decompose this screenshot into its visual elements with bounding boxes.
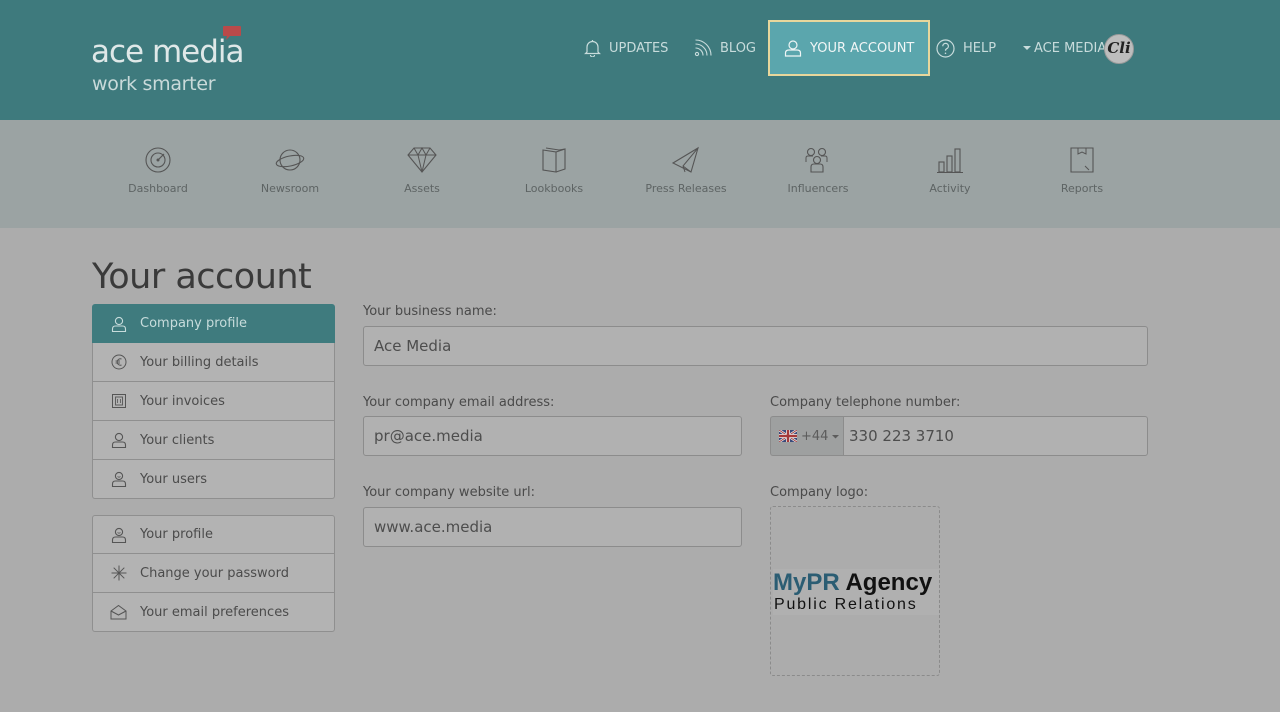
nav-your-account[interactable]: YOUR ACCOUNT xyxy=(768,20,931,76)
paper-plane-icon xyxy=(671,146,699,173)
rss-icon xyxy=(694,39,712,57)
company-logo-upload[interactable]: MyPR Agency Public Relations xyxy=(770,506,940,676)
nav-blog-label: BLOG xyxy=(720,40,757,56)
profile-menu: Your profile Change your password Your e… xyxy=(92,515,335,632)
menu-billing-details-label: Your billing details xyxy=(140,354,259,370)
module-newsroom[interactable]: Newsroom xyxy=(235,146,345,206)
help-icon xyxy=(936,38,955,58)
email-input[interactable] xyxy=(363,416,742,456)
nav-updates[interactable]: UPDATES xyxy=(584,20,668,76)
caret-down-icon xyxy=(832,434,840,438)
nav-updates-label: UPDATES xyxy=(609,40,669,56)
menu-clients[interactable]: Your clients xyxy=(92,421,335,460)
module-lookbooks-label: Lookbooks xyxy=(524,182,584,195)
business-name-label: Your business name: xyxy=(363,304,497,319)
phone-label: Company telephone number: xyxy=(770,395,961,410)
menu-clients-label: Your clients xyxy=(140,432,215,448)
module-press-releases[interactable]: Press Releases xyxy=(631,146,741,206)
diamond-icon xyxy=(407,146,437,173)
menu-users[interactable]: Your users xyxy=(92,460,335,499)
module-activity-label: Activity xyxy=(929,182,971,195)
nav-user-label: ACE MEDIA xyxy=(1034,40,1107,56)
module-dashboard[interactable]: Dashboard xyxy=(103,146,213,206)
module-lookbooks[interactable]: Lookbooks xyxy=(499,146,609,206)
nav-your-account-label: YOUR ACCOUNT xyxy=(810,40,915,56)
account-menu: Company profile Your billing details You… xyxy=(92,304,335,499)
brand-name: ace media xyxy=(91,34,245,70)
phone-input[interactable] xyxy=(843,416,1148,456)
module-influencers-label: Influencers xyxy=(787,182,849,195)
email-label: Your company email address: xyxy=(363,395,555,410)
company-logo-label: Company logo: xyxy=(770,485,869,500)
menu-billing-details[interactable]: Your billing details xyxy=(92,343,335,382)
phone-country-code: +44 xyxy=(801,428,829,444)
menu-change-password[interactable]: Change your password xyxy=(92,554,335,593)
report-icon xyxy=(1070,147,1094,173)
nav-help[interactable]: HELP xyxy=(936,20,996,76)
agency-logo-subtitle: Public Relations xyxy=(774,596,918,613)
agency-logo-title: MyPR Agency xyxy=(773,569,932,597)
asterisk-icon xyxy=(110,565,127,582)
menu-email-preferences-label: Your email preferences xyxy=(140,604,289,620)
envelope-icon xyxy=(110,604,127,621)
user-icon xyxy=(110,471,127,488)
menu-your-profile[interactable]: Your profile xyxy=(92,515,335,554)
module-assets[interactable]: Assets xyxy=(367,146,477,206)
module-dashboard-label: Dashboard xyxy=(128,182,188,195)
dashboard-icon xyxy=(145,147,171,173)
menu-users-label: Your users xyxy=(140,471,208,487)
phone-country-select[interactable]: +44 xyxy=(770,416,843,456)
menu-company-profile[interactable]: Company profile xyxy=(92,304,335,343)
brand-logo[interactable]: ace media work smarter xyxy=(91,26,261,98)
nav-blog[interactable]: BLOG xyxy=(694,20,756,76)
avatar-text: Cli xyxy=(1107,39,1131,57)
lookbook-icon xyxy=(542,147,566,173)
page-title: Your account xyxy=(92,257,312,297)
menu-company-profile-label: Company profile xyxy=(140,316,248,331)
menu-email-preferences[interactable]: Your email preferences xyxy=(92,593,335,632)
menu-change-password-label: Change your password xyxy=(140,565,289,581)
brand-tagline: work smarter xyxy=(92,73,216,95)
top-header: ace media work smarter UPDATES BLOG YOUR… xyxy=(0,0,1280,120)
user-icon xyxy=(110,526,127,543)
invoice-icon xyxy=(110,393,127,410)
user-icon xyxy=(110,315,127,332)
user-icon xyxy=(110,432,127,449)
menu-your-profile-label: Your profile xyxy=(140,527,213,542)
module-influencers[interactable]: Influencers xyxy=(763,146,873,206)
module-reports[interactable]: Reports xyxy=(1027,146,1137,206)
newsroom-icon xyxy=(275,149,305,171)
company-logo-image: MyPR Agency Public Relations xyxy=(773,569,939,615)
menu-invoices-label: Your invoices xyxy=(140,393,225,409)
website-label: Your company website url: xyxy=(363,485,536,500)
module-newsroom-label: Newsroom xyxy=(260,182,320,195)
people-icon xyxy=(805,147,828,173)
bar-chart-icon xyxy=(937,148,963,173)
agency-logo-title-b: Agency xyxy=(839,569,933,596)
nav-user-menu[interactable]: ACE MEDIA xyxy=(1023,20,1106,76)
business-name-input[interactable] xyxy=(363,326,1148,366)
user-icon xyxy=(784,40,802,57)
module-press-releases-label: Press Releases xyxy=(645,182,727,195)
module-nav: Dashboard Newsroom Assets Lookbooks Pres… xyxy=(0,120,1280,228)
module-activity[interactable]: Activity xyxy=(895,146,1005,206)
module-assets-label: Assets xyxy=(404,182,440,195)
agency-logo-title-a: MyPR xyxy=(773,569,840,596)
euro-icon xyxy=(110,354,127,371)
website-input[interactable] xyxy=(363,507,742,547)
caret-down-icon xyxy=(1023,46,1031,50)
avatar[interactable]: Cli xyxy=(1104,34,1134,64)
bell-icon xyxy=(584,40,601,57)
module-reports-label: Reports xyxy=(1060,182,1104,195)
nav-help-label: HELP xyxy=(963,40,997,56)
menu-invoices[interactable]: Your invoices xyxy=(92,382,335,421)
uk-flag-icon xyxy=(779,430,797,442)
speech-bubble-icon xyxy=(223,26,241,40)
